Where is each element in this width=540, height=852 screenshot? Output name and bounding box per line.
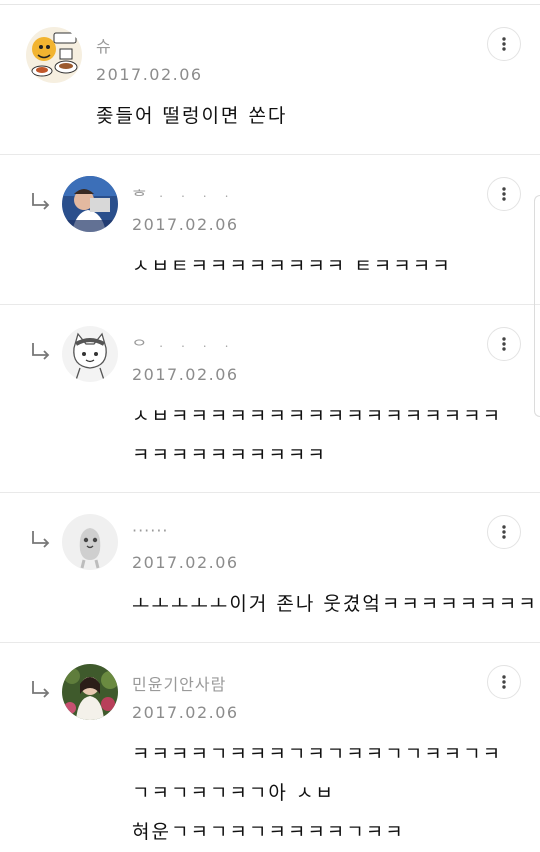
more-vertical-icon [502,675,506,689]
more-vertical-icon [502,337,506,351]
reply-item: ······ 2017.02.06 ㅗㅗㅗㅗㅗ이거 존나 웃겼엌ㅋㅋㅋㅋㅋㅋㅋㅋ [0,493,540,643]
reply-item: ᄒ ᆞ ᆞ ᆞ ᆞ 2017.02.06 ㅅㅂㅌㅋㅋㅋㅋㅋㅋㅋㅋ ㅌㅋㅋㅋㅋ [0,155,540,305]
more-options-button[interactable] [487,327,521,361]
comment-text-line: ㅅㅂㅋㅋㅋㅋㅋㅋㅋㅋㅋㅋㅋㅋㅋㅋㅋㅋㅋ [132,405,503,427]
comment-item: 슈 2017.02.06 좆들어 떨렁이면 쏜다 [0,5,540,155]
reply-item: ᄋ ᆞ ᆞ ᆞ ᆞ 2017.02.06 ㅅㅂㅋㅋㅋㅋㅋㅋㅋㅋㅋㅋㅋㅋㅋㅋㅋㅋㅋ… [0,305,540,493]
comment-text: ㅗㅗㅗㅗㅗ이거 존나 웃겼엌ㅋㅋㅋㅋㅋㅋㅋㅋ [132,593,538,615]
comment-text: 좆들어 떨렁이면 쏜다 [96,105,288,127]
reply-arrow-icon [30,680,52,700]
comment-date: 2017.02.06 [132,215,239,234]
comment-text-line: ㅋㅋㅋㅋㅋㅋㅋㅋㅋㅋ [132,444,327,466]
comment-date: 2017.02.06 [132,553,239,572]
comment-text-line: ㅋㅋㅋㅋㄱㅋㅋㅋㄱㅋㄱㅋㅋㄱㄱㅋㅋㄱㅋ [132,743,503,765]
comment-date: 2017.02.06 [96,65,203,84]
comment-text: ㅅㅂㅌㅋㅋㅋㅋㅋㅋㅋㅋ ㅌㅋㅋㅋㅋ [132,255,452,277]
comment-text-line: 혀운ㄱㅋㄱㅋㄱㅋㅋㅋㅋㄱㅋㅋ [132,821,405,843]
comment-author[interactable]: ······ [132,521,169,540]
person-photo-avatar-icon[interactable] [62,664,118,720]
comment-author[interactable]: 슈 [96,33,112,57]
comment-date: 2017.02.06 [132,703,239,722]
cartoon-food-avatar-icon[interactable] [26,27,82,83]
reply-arrow-icon [30,342,52,362]
comment-date: 2017.02.06 [132,365,239,384]
more-vertical-icon [502,187,506,201]
more-options-button[interactable] [487,27,521,61]
more-vertical-icon [502,525,506,539]
reply-item: 민윤기안사람 2017.02.06 ㅋㅋㅋㅋㄱㅋㅋㅋㄱㅋㄱㅋㅋㄱㄱㅋㅋㄱㅋ ㄱㅋ… [0,643,540,843]
more-options-button[interactable] [487,177,521,211]
reply-arrow-icon [30,192,52,212]
scrollbar[interactable] [534,195,540,417]
comment-author[interactable]: ᄋ ᆞ ᆞ ᆞ ᆞ [132,333,235,357]
default-character-avatar-icon[interactable] [62,514,118,570]
more-options-button[interactable] [487,665,521,699]
more-options-button[interactable] [487,515,521,549]
photo-avatar-icon[interactable] [62,176,118,232]
comment-author[interactable]: ᄒ ᆞ ᆞ ᆞ ᆞ [132,183,235,207]
comment-author[interactable]: 민윤기안사람 [132,671,226,695]
cat-avatar-icon[interactable] [62,326,118,382]
reply-arrow-icon [30,530,52,550]
comment-text-line: ㄱㅋㄱㅋㄱㅋㄱ아 ㅅㅂ [132,782,335,804]
more-vertical-icon [502,37,506,51]
